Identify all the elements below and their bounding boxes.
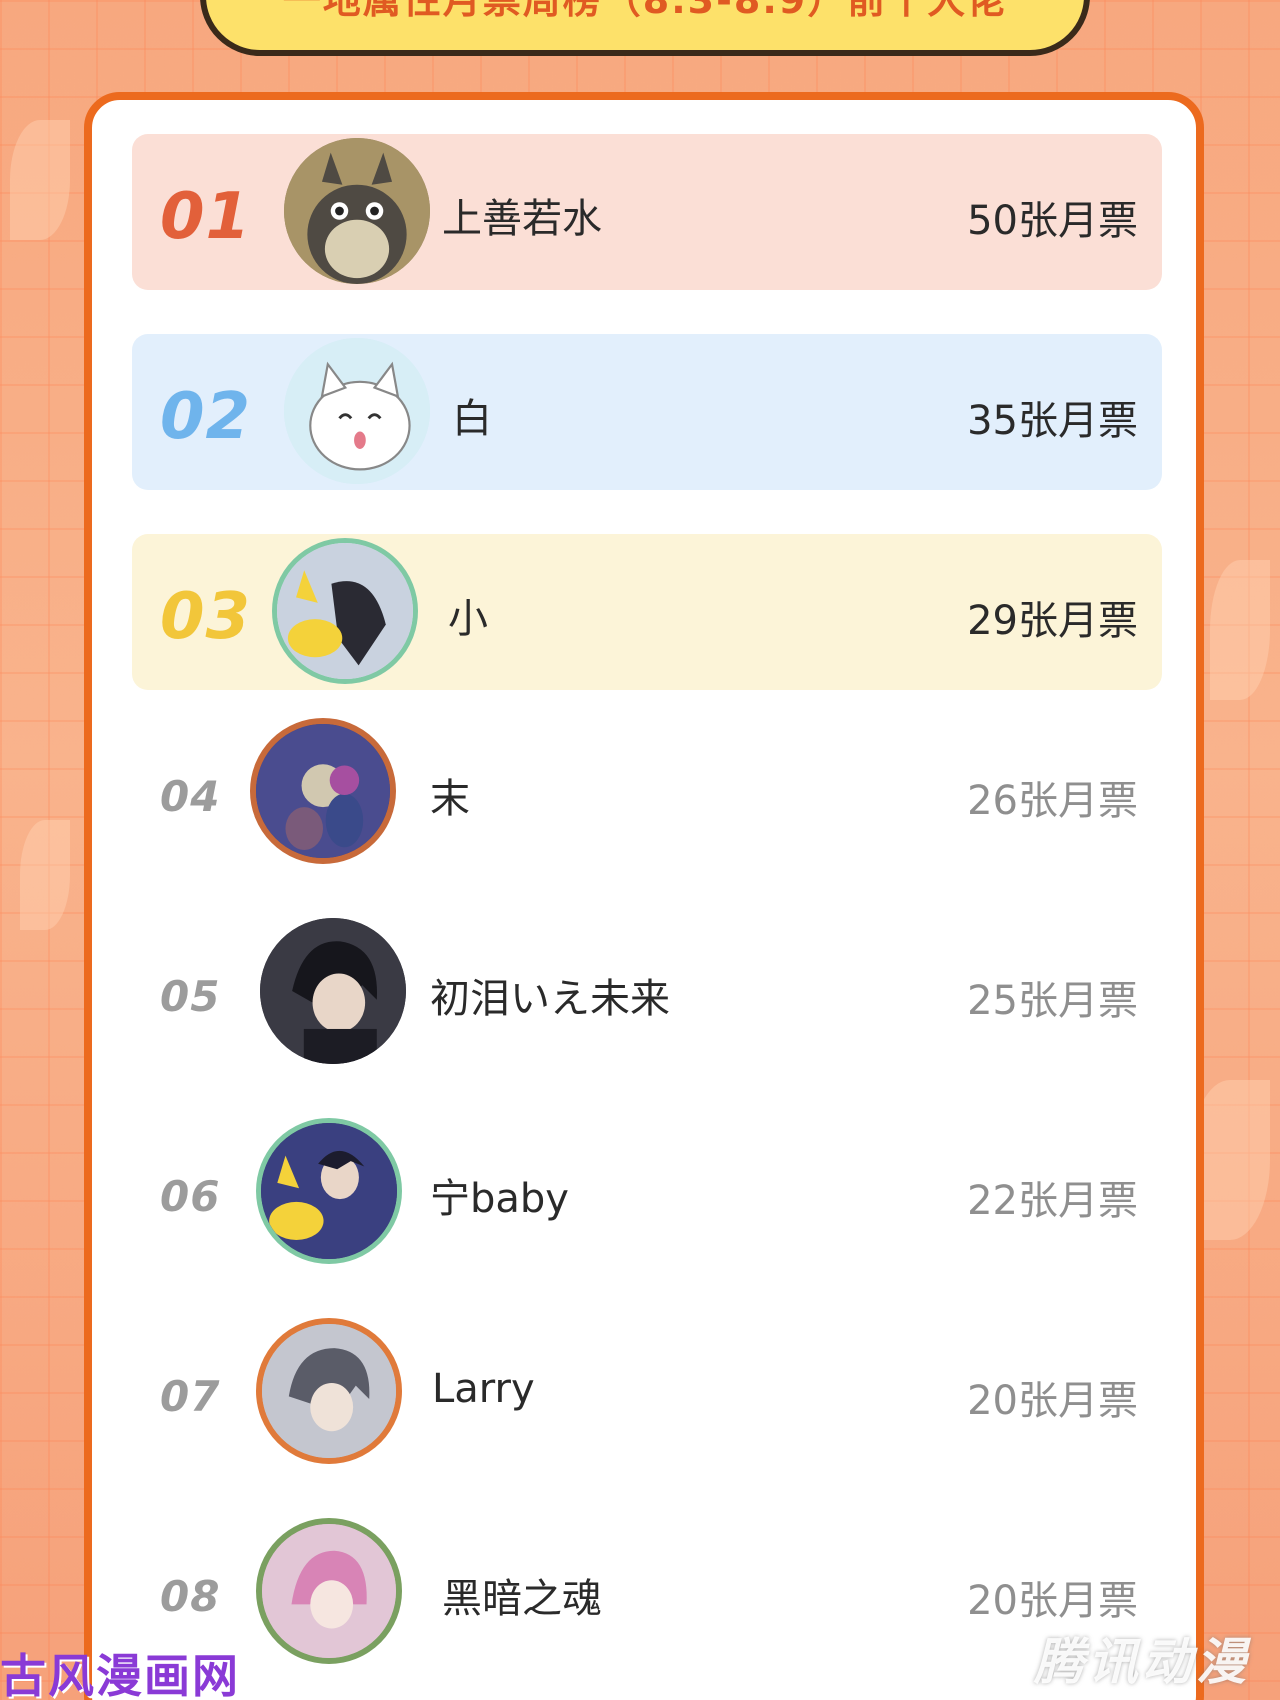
pink-hair-icon [262,1524,396,1658]
user-name: Larry [432,1366,535,1412]
cat-frame-avatar[interactable] [256,1318,402,1464]
user-name: 上善若水 [442,196,602,242]
pikachu-frame-icon [277,543,413,679]
title-banner: 一地属性月票周榜（8.3-8.9）前十大佬 [200,0,1090,56]
vote-count: 29张月票 [967,598,1138,644]
rank-number: 06 [160,1172,221,1221]
watermark-left: 古风漫画网 [0,1649,240,1700]
couple-icon [256,724,390,858]
user-name: 初泪いえ未来 [430,976,670,1022]
user-name: 宁baby [430,1176,569,1222]
ranking-row[interactable]: 06 宁baby 22张月票 [132,1114,1162,1270]
totoro-icon [284,138,430,284]
ranking-row[interactable]: 01 上善若水 50张月票 [132,134,1162,290]
couple-night-avatar[interactable] [250,718,396,864]
leaf-decoration [1210,560,1270,700]
white-cat-avatar[interactable] [284,338,430,484]
rank-number: 04 [160,772,221,821]
rank-number: 08 [160,1572,221,1621]
leaf-frame-avatar[interactable] [256,1518,402,1664]
user-name: 黑暗之魂 [442,1576,602,1622]
rank-number: 03 [160,580,252,654]
ranking-row[interactable]: 03 小 29张月票 [132,534,1162,690]
rank-number: 01 [160,180,252,254]
vote-count: 35张月票 [967,398,1138,444]
leaf-decoration [10,120,70,240]
vote-count: 20张月票 [967,1578,1138,1624]
ranking-card: 01 上善若水 50张月票 02 白 35张月票 03 小 29张月票 04 末… [84,92,1204,1700]
vote-count: 25张月票 [967,978,1138,1024]
ranking-row[interactable]: 04 末 26张月票 [132,714,1162,870]
pikachu-frame-icon [261,1123,397,1259]
ranking-row[interactable]: 08 黑暗之魂 20张月票 [132,1514,1162,1670]
rank-number: 02 [160,380,252,454]
ranking-row[interactable]: 02 白 35张月票 [132,334,1162,490]
vote-count: 22张月票 [967,1178,1138,1224]
vote-count: 20张月票 [967,1378,1138,1424]
ranking-row[interactable]: 07 Larry 20张月票 [132,1314,1162,1470]
dark-hair-boy-avatar[interactable] [260,918,406,1064]
user-name: 白 [452,396,492,442]
pikachu-frame-avatar[interactable] [272,538,418,684]
page-title: 一地属性月票周榜（8.3-8.9）前十大佬 [282,0,1008,22]
grey-hair-icon [262,1324,396,1458]
vote-count: 26张月票 [967,778,1138,824]
cat-icon [284,338,430,484]
totoro-avatar[interactable] [284,138,430,284]
leaf-decoration [20,820,70,930]
rank-number: 05 [160,972,221,1021]
user-name: 末 [430,776,470,822]
rank-number: 07 [160,1372,221,1421]
boy-icon [260,918,406,1064]
pikachu-frame-avatar[interactable] [256,1118,402,1264]
vote-count: 50张月票 [967,198,1138,244]
user-name: 小 [448,596,488,642]
watermark-right: 腾讯动漫 [1034,1633,1250,1691]
ranking-row[interactable]: 05 初泪いえ未来 25张月票 [132,914,1162,1070]
